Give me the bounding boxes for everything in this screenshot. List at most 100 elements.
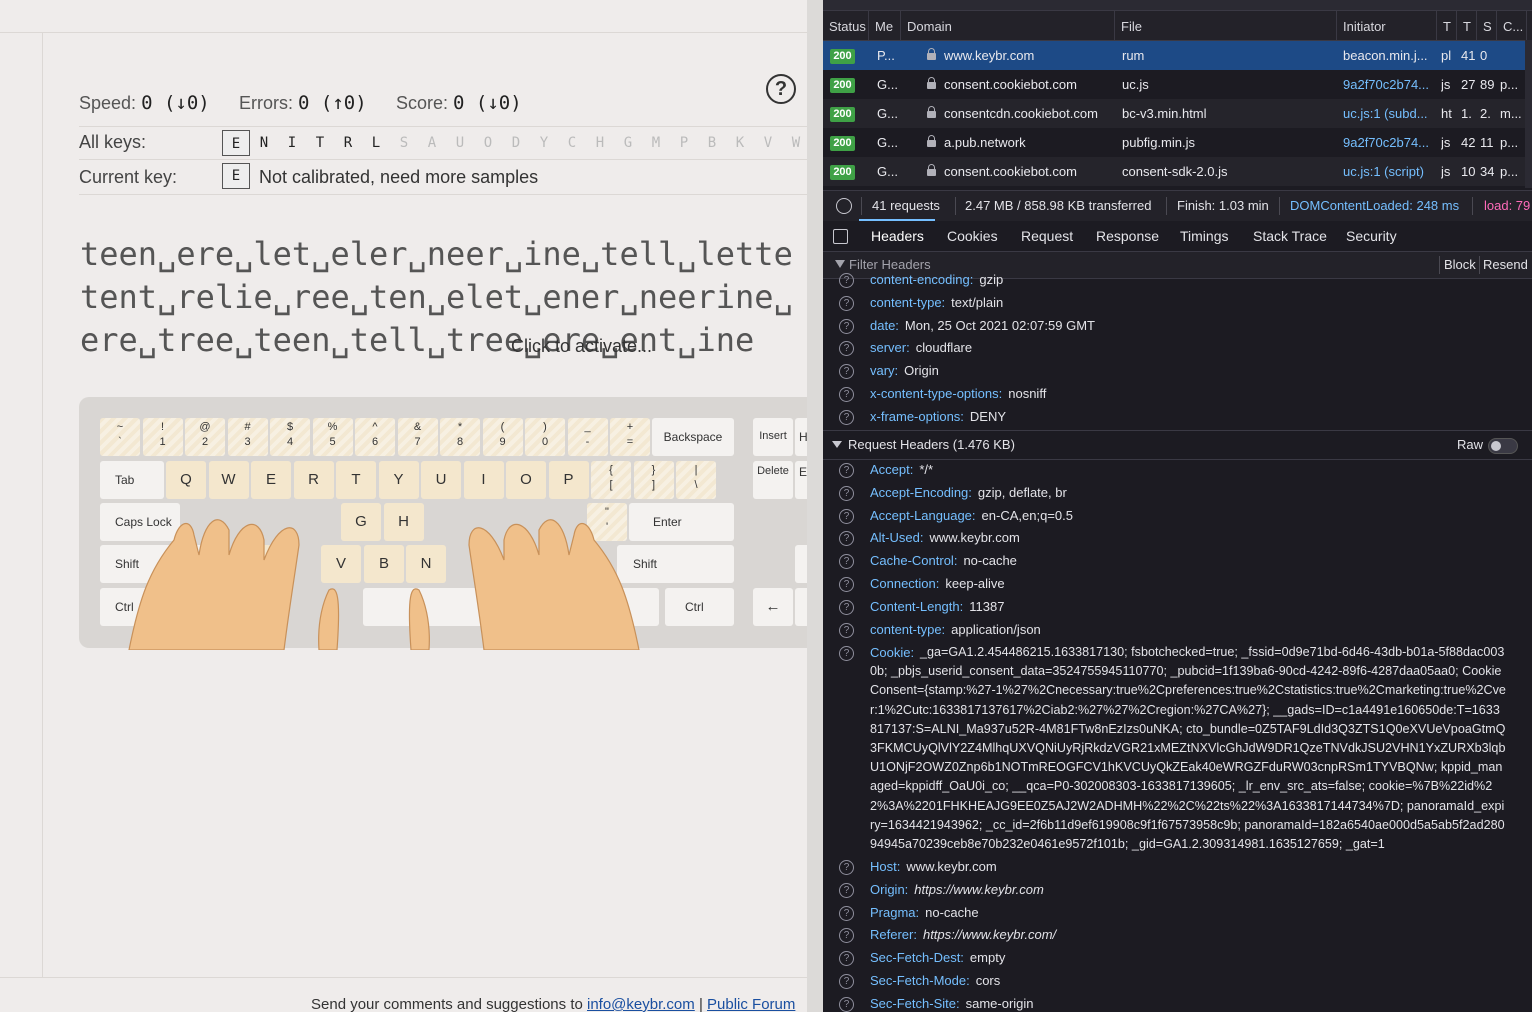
key-label: P bbox=[563, 471, 574, 488]
key-cell: C bbox=[567, 135, 577, 151]
help-icon[interactable]: ? bbox=[839, 905, 854, 921]
key-label: T bbox=[351, 471, 361, 488]
col-size[interactable]: S bbox=[1477, 11, 1497, 40]
help-icon[interactable]: ? bbox=[839, 599, 854, 615]
help-icon[interactable]: ? bbox=[839, 485, 854, 501]
key-q: Q bbox=[166, 461, 206, 499]
help-icon[interactable]: ? bbox=[839, 364, 854, 380]
help-icon[interactable]: ? bbox=[839, 387, 854, 402]
key-cell: B bbox=[707, 135, 717, 151]
header-value: cors bbox=[975, 973, 1001, 988]
header-key: x-frame-options: bbox=[870, 408, 964, 424]
col-file[interactable]: File bbox=[1115, 11, 1337, 40]
col-type[interactable]: T bbox=[1437, 11, 1457, 40]
help-icon[interactable]: ? bbox=[839, 318, 854, 334]
key-label: % bbox=[327, 421, 338, 433]
lesson-text[interactable]: teen␣ere␣let␣eler␣neer␣ine␣tell␣lette te… bbox=[80, 233, 807, 362]
key-cell: R bbox=[343, 135, 353, 151]
request-row[interactable]: 200 P... www.keybr.com rum beacon.min.j... pl… bbox=[823, 41, 1527, 70]
tab-timings[interactable]: Timings bbox=[1180, 221, 1229, 251]
help-icon[interactable]: ? bbox=[839, 341, 854, 357]
key-v: V bbox=[321, 545, 361, 583]
tab-stack-trace[interactable]: Stack Trace bbox=[1253, 221, 1327, 251]
response-header: ? server: cloudflare bbox=[823, 340, 1532, 360]
col-cause[interactable]: C... bbox=[1497, 11, 1527, 40]
email-link[interactable]: info@keybr.com bbox=[587, 996, 695, 1012]
col-initiator[interactable]: Initiator bbox=[1337, 11, 1437, 40]
tab-response[interactable]: Response bbox=[1096, 221, 1159, 251]
collapse-arrow-icon[interactable] bbox=[832, 441, 842, 448]
request-c-text: p... bbox=[1500, 77, 1519, 92]
help-icon[interactable]: ? bbox=[839, 951, 854, 967]
panel-toggle-icon[interactable] bbox=[833, 229, 848, 244]
col-status[interactable]: Status bbox=[823, 11, 869, 40]
col-transferred[interactable]: T bbox=[1457, 11, 1477, 40]
tab-cookies[interactable]: Cookies bbox=[947, 221, 998, 251]
response-header: ? x-frame-options: DENY bbox=[823, 409, 1532, 429]
forum-link[interactable]: Public Forum bbox=[707, 996, 795, 1012]
key-tab: Tab bbox=[100, 461, 164, 499]
help-icon[interactable]: ? bbox=[839, 646, 854, 661]
request-file: consent-sdk-2.0.js bbox=[1122, 157, 1332, 186]
help-icon[interactable]: ? bbox=[839, 295, 854, 311]
header-key: Host: bbox=[870, 859, 901, 874]
request-row[interactable]: 200 G... consentcdn.cookiebot.com bc-v3.min… bbox=[823, 99, 1527, 128]
key-label: 0 bbox=[541, 436, 549, 448]
help-icon[interactable]: ? bbox=[839, 882, 854, 898]
request-c-text: m... bbox=[1500, 106, 1522, 121]
tab-request[interactable]: Request bbox=[1021, 221, 1073, 251]
help-icon[interactable]: ? bbox=[839, 996, 854, 1012]
key-1: ! 1 bbox=[142, 418, 183, 456]
header-key: Accept-Language: bbox=[870, 507, 976, 523]
help-icon[interactable]: ? bbox=[839, 531, 854, 547]
request-s: 11 bbox=[1480, 128, 1494, 157]
summary-finish: Finish: 1.03 min bbox=[1177, 198, 1269, 213]
key-label: ! bbox=[160, 421, 165, 433]
tab-security[interactable]: Security bbox=[1346, 221, 1397, 251]
request-row[interactable]: 200 G... consent.cookiebot.com uc.js 9a2f70c… bbox=[823, 70, 1527, 99]
help-icon[interactable]: ? bbox=[839, 974, 854, 989]
top-divider bbox=[0, 32, 807, 33]
header-value: DENY bbox=[969, 408, 1007, 424]
key-label: Ctrl bbox=[115, 600, 134, 614]
lock-icon bbox=[927, 48, 936, 60]
help-icon[interactable]: ? bbox=[839, 860, 854, 875]
help-icon[interactable]: ? bbox=[766, 74, 796, 104]
help-icon[interactable]: ? bbox=[839, 928, 854, 944]
summary-requests: 41 requests bbox=[872, 198, 940, 213]
tab-headers[interactable]: Headers bbox=[871, 221, 924, 251]
key-label: Caps Lock bbox=[115, 515, 172, 529]
request-header: ? Connection: keep-alive bbox=[823, 576, 1532, 596]
raw-toggle[interactable] bbox=[1488, 438, 1518, 454]
request-file-text: rum bbox=[1122, 48, 1145, 63]
speed-stat: Speed: 0 (↓0) bbox=[79, 92, 210, 114]
key-label: 1 bbox=[159, 436, 166, 448]
status-badge: 200 bbox=[830, 107, 855, 122]
request-row[interactable]: 200 G... a.pub.network pubfig.min.js 9a2f70c… bbox=[823, 128, 1527, 157]
key-ctrl-right: Ctrl bbox=[665, 588, 734, 626]
help-icon[interactable]: ? bbox=[839, 577, 854, 592]
status-badge: 200 bbox=[830, 78, 855, 93]
key-label: ] bbox=[651, 479, 656, 491]
key-alt-right: t bbox=[599, 588, 659, 626]
request-t-text: 27 bbox=[1461, 77, 1475, 92]
request-headers-section[interactable]: Request Headers (1.476 KB) Raw bbox=[823, 430, 1532, 460]
help-icon[interactable]: ? bbox=[839, 273, 854, 288]
col-method[interactable]: Me bbox=[869, 11, 901, 40]
pane-splitter[interactable] bbox=[807, 0, 823, 1012]
help-icon[interactable]: ? bbox=[839, 463, 854, 478]
request-domain: a.pub.network bbox=[927, 128, 1115, 157]
request-method: P... bbox=[877, 41, 899, 70]
help-icon[interactable]: ? bbox=[839, 554, 854, 570]
request-s: 89 bbox=[1480, 70, 1494, 99]
col-domain[interactable]: Domain bbox=[901, 11, 1115, 40]
help-icon[interactable]: ? bbox=[839, 508, 854, 524]
help-icon[interactable]: ? bbox=[839, 409, 854, 425]
help-icon[interactable]: ? bbox=[839, 622, 854, 638]
request-s: 34 bbox=[1480, 157, 1494, 186]
request-row[interactable]: 200 G... consent.cookiebot.com consent-sdk-… bbox=[823, 157, 1527, 186]
click-to-activate[interactable]: Click to activate... bbox=[511, 336, 652, 357]
request-header: ? Accept-Encoding: gzip, deflate, br bbox=[823, 485, 1532, 505]
key-g: G bbox=[341, 503, 381, 541]
request-scrollbar[interactable] bbox=[1525, 40, 1532, 188]
